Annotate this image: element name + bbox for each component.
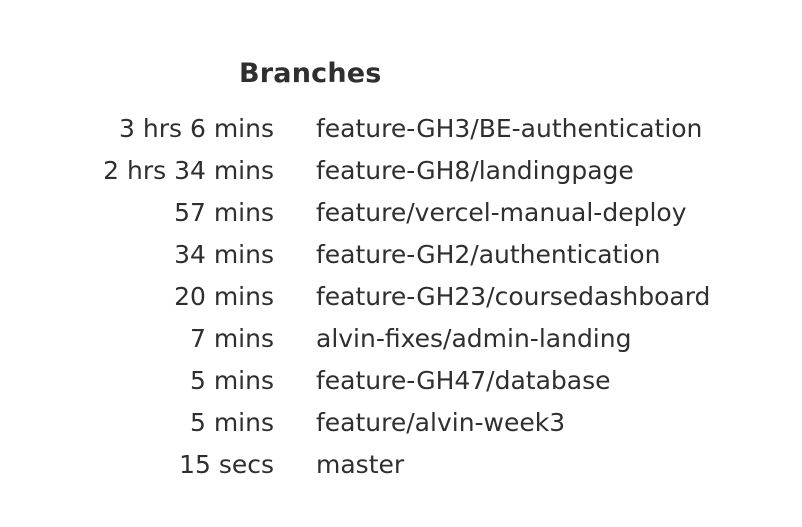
branch-duration: 15 secs [179, 450, 274, 479]
branch-row: 34 mins feature-GH2/authentication [0, 234, 802, 276]
branch-name: master [316, 450, 405, 479]
branch-duration: 5 mins [189, 366, 274, 395]
branch-name: feature-GH3/BE-authentication [316, 114, 703, 143]
branch-duration: 20 mins [174, 282, 274, 311]
branch-name: feature-GH23/coursedashboard [316, 282, 711, 311]
branch-duration: 5 mins [189, 408, 274, 437]
branch-duration: 3 hrs 6 mins [119, 114, 274, 143]
branch-duration: 57 mins [174, 198, 274, 227]
branches-list: 3 hrs 6 mins feature-GH3/BE-authenticati… [0, 108, 802, 486]
branch-name: alvin-fixes/admin-landing [316, 324, 632, 353]
branch-row: 2 hrs 34 mins feature-GH8/landingpage [0, 150, 802, 192]
branch-duration: 2 hrs 34 mins [103, 156, 274, 185]
branch-row: 5 mins feature/alvin-week3 [0, 402, 802, 444]
branch-duration: 7 mins [189, 324, 274, 353]
branch-name: feature-GH8/landingpage [316, 156, 634, 185]
branch-row: 7 mins alvin-fixes/admin-landing [0, 318, 802, 360]
branch-row: 57 mins feature/vercel-manual-deploy [0, 192, 802, 234]
branch-duration: 34 mins [174, 240, 274, 269]
branch-row: 15 secs master [0, 444, 802, 486]
branch-name: feature/alvin-week3 [316, 408, 566, 437]
branch-name: feature-GH47/database [316, 366, 611, 395]
branch-row: 5 mins feature-GH47/database [0, 360, 802, 402]
branch-row: 20 mins feature-GH23/coursedashboard [0, 276, 802, 318]
branch-name: feature/vercel-manual-deploy [316, 198, 687, 227]
branches-title: Branches [239, 58, 382, 89]
branch-row: 3 hrs 6 mins feature-GH3/BE-authenticati… [0, 108, 802, 150]
branch-name: feature-GH2/authentication [316, 240, 661, 269]
